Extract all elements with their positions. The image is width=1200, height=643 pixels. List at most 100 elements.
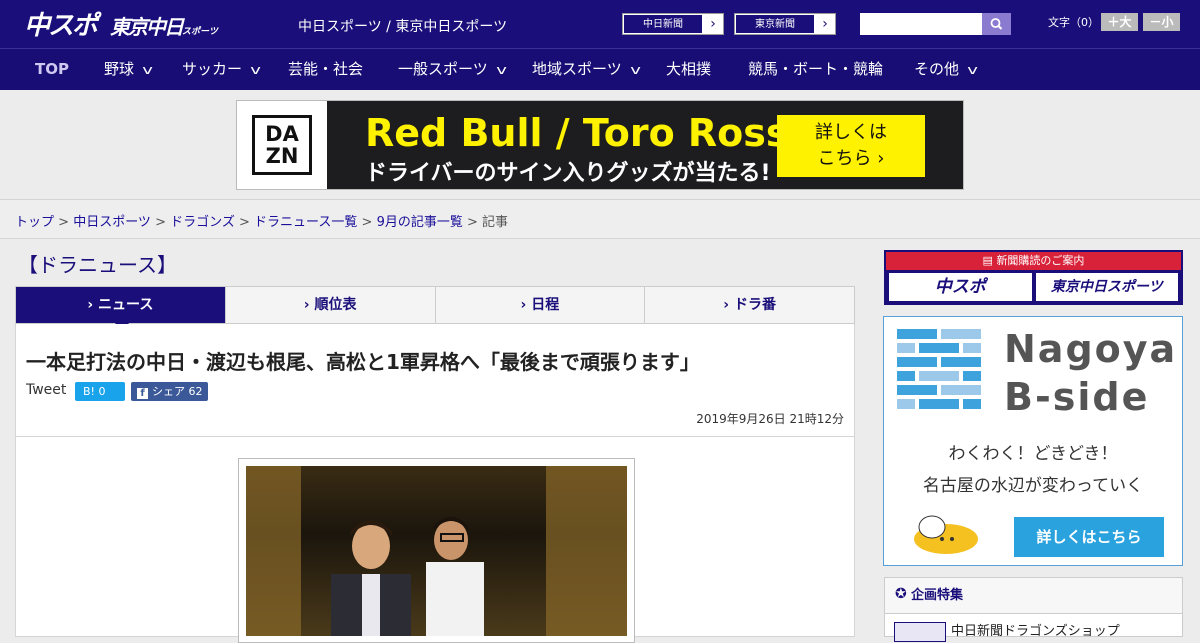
nav-label: 野球 xyxy=(104,60,135,78)
chevron-down-icon: v xyxy=(495,63,507,77)
feature-title: 企画特集 xyxy=(885,578,1182,614)
main-nav: TOP 野球 v サッカー v 芸能・社会 一般スポーツ v 地域スポーツ v 大相撲 … xyxy=(0,48,1200,90)
subscription-box: ▤ 新聞購読のご案内 中スポ 東京中日スポーツ xyxy=(884,250,1183,305)
nagoya-bside-ad[interactable]: Nagoya B-side わくわく！どきどき！ 名古屋の水辺が変わっていく 詳し… xyxy=(883,316,1183,566)
newspaper-icon: ▤ xyxy=(982,254,997,267)
nav-item-sumo[interactable]: 大相撲 xyxy=(666,49,711,90)
ad-cta-button[interactable]: 詳しくは こちら › xyxy=(777,115,925,177)
breadcrumb-separator: > xyxy=(234,215,255,230)
breadcrumb-link[interactable]: ドラゴンズ xyxy=(170,215,235,230)
top-header: 中スポ 東京中日スポーツ 中日スポーツ / 東京中日スポーツ 中日新聞 › 東京… xyxy=(0,0,1200,48)
breadcrumb-link[interactable]: ドラニュース一覧 xyxy=(254,215,357,230)
breadcrumb-separator: > xyxy=(462,215,483,230)
nav-item-top[interactable]: TOP xyxy=(35,49,69,90)
article-body xyxy=(15,437,855,643)
nav-item-local-sports[interactable]: 地域スポーツ v xyxy=(532,49,641,90)
breadcrumb: トップ > 中日スポーツ > ドラゴンズ > ドラニュース一覧 > 9月の記事一… xyxy=(15,211,508,230)
breadcrumb-separator: > xyxy=(357,215,377,230)
ribbon-icon: ✪ xyxy=(895,586,907,602)
search-icon xyxy=(990,18,1003,30)
nagoya-title-line1: Nagoya xyxy=(1004,327,1178,371)
tokyo-logo-suffix: スポーツ xyxy=(182,27,218,37)
tab-label: ドラ番 xyxy=(733,297,776,313)
nagoya-bside-title: Nagoya B-side xyxy=(1004,325,1177,421)
tab-label: 順位表 xyxy=(314,297,357,313)
tokyo-shimbun-button[interactable]: 東京新聞 › xyxy=(734,13,836,35)
tab-standings[interactable]: › 順位表 xyxy=(224,287,435,323)
nagoya-tagline-1: わくわく！どきどき！ xyxy=(948,444,1118,464)
breadcrumb-current: 記事 xyxy=(482,215,509,230)
ad-cta-line1: 詳しくは xyxy=(815,122,887,143)
breadcrumb-separator: > xyxy=(150,215,171,230)
feature-thumbnail[interactable] xyxy=(894,622,946,642)
search-input[interactable] xyxy=(860,13,982,35)
nav-label: 一般スポーツ xyxy=(398,60,488,78)
nav-label: その他 xyxy=(914,60,960,78)
subscribe-chuspo-button[interactable]: 中スポ xyxy=(889,273,1032,301)
subscribe-tokyo-chunichi-button[interactable]: 東京中日スポーツ xyxy=(1035,273,1178,301)
subscription-title-text: 新聞購読のご案内 xyxy=(996,254,1085,267)
nav-item-general-sports[interactable]: 一般スポーツ v xyxy=(398,49,507,90)
tab-label: ニュース xyxy=(98,297,154,313)
article-photo[interactable] xyxy=(238,458,635,643)
chunichi-shimbun-button[interactable]: 中日新聞 › xyxy=(622,13,724,35)
nagoya-title-line2: B-side xyxy=(1004,375,1150,419)
chunichi-shimbun-label: 中日新聞 xyxy=(623,14,703,34)
feature-title-text: 企画特集 xyxy=(911,588,964,603)
nagoya-details-button[interactable]: 詳しくはこちら xyxy=(1014,517,1164,557)
font-larger-button[interactable]: ＋大 xyxy=(1101,13,1138,31)
tab-schedule[interactable]: › 日程 xyxy=(434,287,645,323)
dazn-logo-top: DA xyxy=(265,122,299,146)
facebook-share-label: シェア xyxy=(152,385,185,398)
ebi-fry-mascot-icon xyxy=(914,515,978,554)
dazn-ad-banner[interactable]: DA ZN Red Bull / Toro Rosso ドライバーのサイン入りグッ… xyxy=(236,100,964,190)
article-date: 2019年9月26日 21時12分 xyxy=(696,412,844,426)
site-links: 中日スポーツ / 東京中日スポーツ xyxy=(298,16,507,36)
tokyo-chunichi-logo[interactable]: 東京中日スポーツ xyxy=(110,11,218,40)
breadcrumb-link[interactable]: 9月の記事一覧 xyxy=(377,215,463,230)
chuspo-logo[interactable]: 中スポ xyxy=(24,5,98,42)
nav-item-entertainment[interactable]: 芸能・社会 xyxy=(288,49,363,90)
chevron-down-icon: v xyxy=(142,63,153,77)
site-link-tokyo-chunichi-sports[interactable]: 東京中日スポーツ xyxy=(395,19,507,35)
subscription-title: ▤ 新聞購読のご案内 xyxy=(886,252,1181,270)
nav-label: 大相撲 xyxy=(666,60,712,78)
tweet-button[interactable]: Tweet xyxy=(26,382,66,398)
brick-wall-icon xyxy=(897,329,981,409)
ad-cta-line2: こちら › xyxy=(817,148,885,169)
tokyo-logo-text: 東京中日 xyxy=(110,15,184,39)
font-smaller-button[interactable]: －小 xyxy=(1143,13,1180,31)
players-figure xyxy=(331,517,484,636)
site-separator: / xyxy=(381,19,396,35)
photo-image xyxy=(246,466,627,636)
chevron-right-icon: › xyxy=(710,16,716,32)
nav-item-racing[interactable]: 競馬・ボート・競輪 xyxy=(748,49,883,90)
facebook-icon: f xyxy=(137,388,148,399)
tab-label: 日程 xyxy=(531,297,560,313)
search-button[interactable] xyxy=(982,13,1011,35)
nagoya-tagline-2: 名古屋の水辺が変わっていく xyxy=(922,476,1144,496)
breadcrumb-link[interactable]: トップ xyxy=(15,215,54,230)
chevron-right-icon: › xyxy=(822,16,828,32)
nav-label: 競馬・ボート・競輪 xyxy=(748,60,884,78)
tab-doraban[interactable]: › ドラ番 xyxy=(644,287,854,323)
nav-label: 地域スポーツ xyxy=(532,60,622,78)
breadcrumb-link[interactable]: 中日スポーツ xyxy=(73,215,151,230)
hatena-bookmark-button[interactable]: B! 0 xyxy=(75,382,125,401)
tab-bar: › ニュース › 順位表 › 日程 › ドラ番 xyxy=(15,286,855,331)
site-link-chunichi-sports[interactable]: 中日スポーツ xyxy=(298,19,382,35)
facebook-share-button[interactable]: f シェア 62 xyxy=(131,382,208,401)
facebook-share-count: 62 xyxy=(188,385,203,398)
nav-item-soccer[interactable]: サッカー v xyxy=(182,49,261,90)
article-header: 一本足打法の中日・渡辺も根尾、高松と1軍昇格へ「最後まで頑張ります」 Tweet… xyxy=(15,324,855,437)
article-headline: 一本足打法の中日・渡辺も根尾、高松と1軍昇格へ「最後まで頑張ります」 xyxy=(26,350,700,374)
nav-item-baseball[interactable]: 野球 v xyxy=(104,49,153,90)
nav-label: 芸能・社会 xyxy=(288,60,364,78)
chevron-down-icon: v xyxy=(629,63,641,77)
chevron-down-icon: v xyxy=(250,63,261,77)
tab-news[interactable]: › ニュース xyxy=(16,287,225,331)
chevron-down-icon: v xyxy=(967,63,978,77)
nav-item-other[interactable]: その他 v xyxy=(914,49,978,90)
tokyo-shimbun-label: 東京新聞 xyxy=(735,14,815,34)
nav-label: TOP xyxy=(35,60,69,78)
